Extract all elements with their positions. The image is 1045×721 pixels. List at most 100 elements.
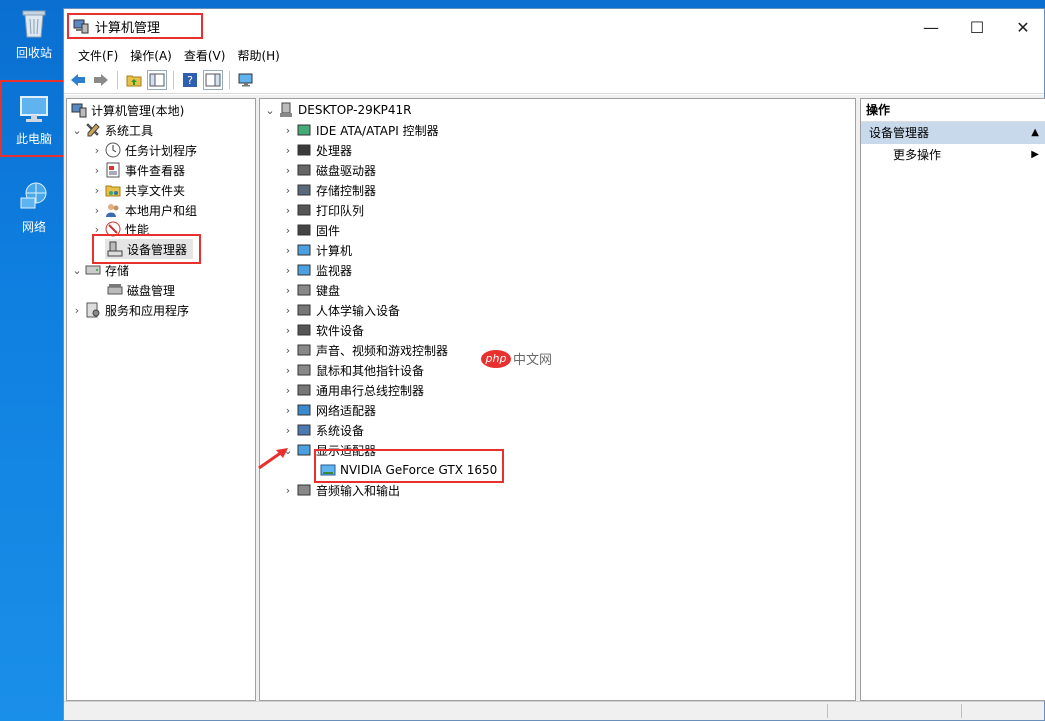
device-category-label: 鼠标和其他指针设备 (316, 363, 425, 378)
services-icon (85, 302, 101, 318)
action-pane-button[interactable] (203, 69, 223, 90)
device-category[interactable]: › 人体学输入设备 (282, 300, 400, 320)
chevron-right-icon[interactable]: › (282, 484, 294, 497)
chevron-right-icon[interactable]: › (282, 304, 294, 317)
back-arrow-icon (71, 73, 85, 86)
chevron-right-icon[interactable]: › (282, 224, 294, 237)
chevron-right-icon[interactable]: › (282, 324, 294, 337)
status-bar (64, 701, 1044, 720)
tree-item-event-viewer[interactable]: › 事件查看器 (91, 160, 185, 180)
chevron-down-icon[interactable]: ⌄ (71, 124, 83, 137)
device-category-label: 监视器 (316, 263, 353, 278)
tree-item-system-tools[interactable]: ⌄ 系统工具 (71, 120, 153, 140)
device-category-label: 网络适配器 (316, 403, 377, 418)
chevron-right-icon[interactable]: › (91, 164, 103, 177)
chevron-right-icon[interactable]: › (71, 304, 83, 317)
desktop-icon-label: 网络 (21, 220, 46, 234)
back-button[interactable] (68, 70, 88, 90)
close-button[interactable]: ✕ (1000, 9, 1045, 45)
chevron-right-icon[interactable]: › (282, 124, 294, 137)
device-category[interactable]: › IDE ATA/ATAPI 控制器 (282, 120, 439, 140)
console-tree-pane: 计算机管理(本地) ⌄ 系统工具 › 任务计划程序 › 事件查看器 › 共享文件… (66, 98, 256, 701)
tree-item-label: 共享文件夹 (125, 183, 186, 198)
computer-management-icon (73, 18, 89, 34)
tree-item-device-manager[interactable]: 设备管理器 (105, 239, 194, 259)
device-category[interactable]: › 音频输入和输出 (282, 480, 400, 500)
tree-root[interactable]: 计算机管理(本地) (69, 100, 184, 120)
chevron-right-icon[interactable]: › (282, 344, 294, 357)
tree-item-label: 本地用户和组 (125, 203, 198, 218)
show-hide-tree-button[interactable] (147, 69, 167, 90)
device-category[interactable]: › 键盘 (282, 280, 340, 300)
desktop-icon-this-pc[interactable]: 此电脑 (6, 92, 62, 147)
help-button[interactable]: ? (180, 70, 200, 90)
menu-view[interactable]: 查看(V) (178, 47, 232, 64)
chevron-right-icon[interactable]: › (282, 404, 294, 417)
display-adapter-icon (320, 462, 336, 478)
watermark: php 中文网 (481, 349, 552, 368)
action-more-actions[interactable]: 更多操作 ▶ (861, 144, 1045, 166)
tree-item-services-apps[interactable]: › 服务和应用程序 (71, 300, 189, 320)
chevron-right-icon[interactable]: › (282, 384, 294, 397)
device-category-icon (296, 422, 312, 438)
device-category[interactable]: › 网络适配器 (282, 400, 376, 420)
device-category-label: 处理器 (316, 143, 353, 158)
chevron-right-icon[interactable]: › (91, 144, 103, 157)
desktop-icon-recycle-bin[interactable]: 回收站 (6, 6, 62, 61)
device-category-label: 固件 (316, 223, 341, 238)
device-category[interactable]: › 处理器 (282, 140, 352, 160)
toolbar-separator (117, 70, 118, 89)
up-folder-button[interactable] (124, 70, 144, 90)
tree-item-local-users[interactable]: › 本地用户和组 (91, 200, 197, 220)
device-category-icon (296, 282, 312, 298)
device-category-icon (296, 362, 312, 378)
chevron-right-icon[interactable]: › (282, 424, 294, 437)
chevron-right-icon[interactable]: › (91, 204, 103, 217)
menu-action[interactable]: 操作(A) (124, 47, 178, 64)
chevron-right-icon[interactable]: › (282, 264, 294, 277)
maximize-button[interactable]: ☐ (954, 9, 1000, 45)
chevron-right-icon[interactable]: › (282, 244, 294, 257)
actions-section-device-manager[interactable]: 设备管理器 ▲ (861, 122, 1045, 144)
tree-item-storage[interactable]: ⌄ 存储 (71, 260, 129, 280)
collapse-up-icon[interactable]: ▲ (1031, 122, 1039, 144)
tree-item-shared-folders[interactable]: › 共享文件夹 (91, 180, 185, 200)
tree-item-disk-management[interactable]: 磁盘管理 (105, 280, 175, 300)
chevron-down-icon[interactable]: ⌄ (71, 264, 83, 277)
chevron-down-icon[interactable]: ⌄ (264, 104, 276, 117)
device-category-icon (296, 142, 312, 158)
menu-file[interactable]: 文件(F) (72, 47, 124, 64)
chevron-right-icon[interactable]: › (282, 284, 294, 297)
watermark-text: 中文网 (513, 353, 553, 368)
chevron-right-icon[interactable]: › (282, 204, 294, 217)
help-icon: ? (183, 72, 197, 87)
device-category[interactable]: › 软件设备 (282, 320, 364, 340)
tree-item-label: 设备管理器 (127, 242, 188, 257)
chevron-right-icon[interactable]: › (282, 364, 294, 377)
tree-item-task-scheduler[interactable]: › 任务计划程序 (91, 140, 197, 160)
menu-help[interactable]: 帮助(H) (231, 47, 285, 64)
chevron-right-icon[interactable]: › (282, 144, 294, 157)
device-category[interactable]: › 系统设备 (282, 420, 364, 440)
minimize-button[interactable]: — (908, 9, 954, 45)
forward-button[interactable] (91, 70, 111, 90)
device-category-icon (296, 322, 312, 338)
device-root[interactable]: ⌄ DESKTOP-29KP41R (264, 100, 411, 120)
device-category[interactable]: › 通用串行总线控制器 (282, 380, 424, 400)
device-category[interactable]: › 磁盘驱动器 (282, 160, 376, 180)
chevron-right-icon[interactable]: › (91, 184, 103, 197)
chevron-right-icon[interactable]: › (282, 164, 294, 177)
device-category[interactable]: › 声音、视频和游戏控制器 (282, 340, 448, 360)
device-category[interactable]: › 固件 (282, 220, 340, 240)
device-category[interactable]: › 鼠标和其他指针设备 (282, 360, 424, 380)
title-bar[interactable]: 计算机管理 — ☐ ✕ (64, 9, 1044, 45)
device-category[interactable]: › 打印队列 (282, 200, 364, 220)
device-category[interactable]: › 存储控制器 (282, 180, 376, 200)
desktop-icon-network[interactable]: 网络 (6, 180, 62, 235)
scan-hardware-button[interactable] (236, 70, 256, 90)
device-gpu-nvidia[interactable]: NVIDIA GeForce GTX 1650 (318, 460, 497, 480)
device-category[interactable]: › 计算机 (282, 240, 352, 260)
device-category-icon (296, 122, 312, 138)
device-category[interactable]: › 监视器 (282, 260, 352, 280)
chevron-right-icon[interactable]: › (282, 184, 294, 197)
